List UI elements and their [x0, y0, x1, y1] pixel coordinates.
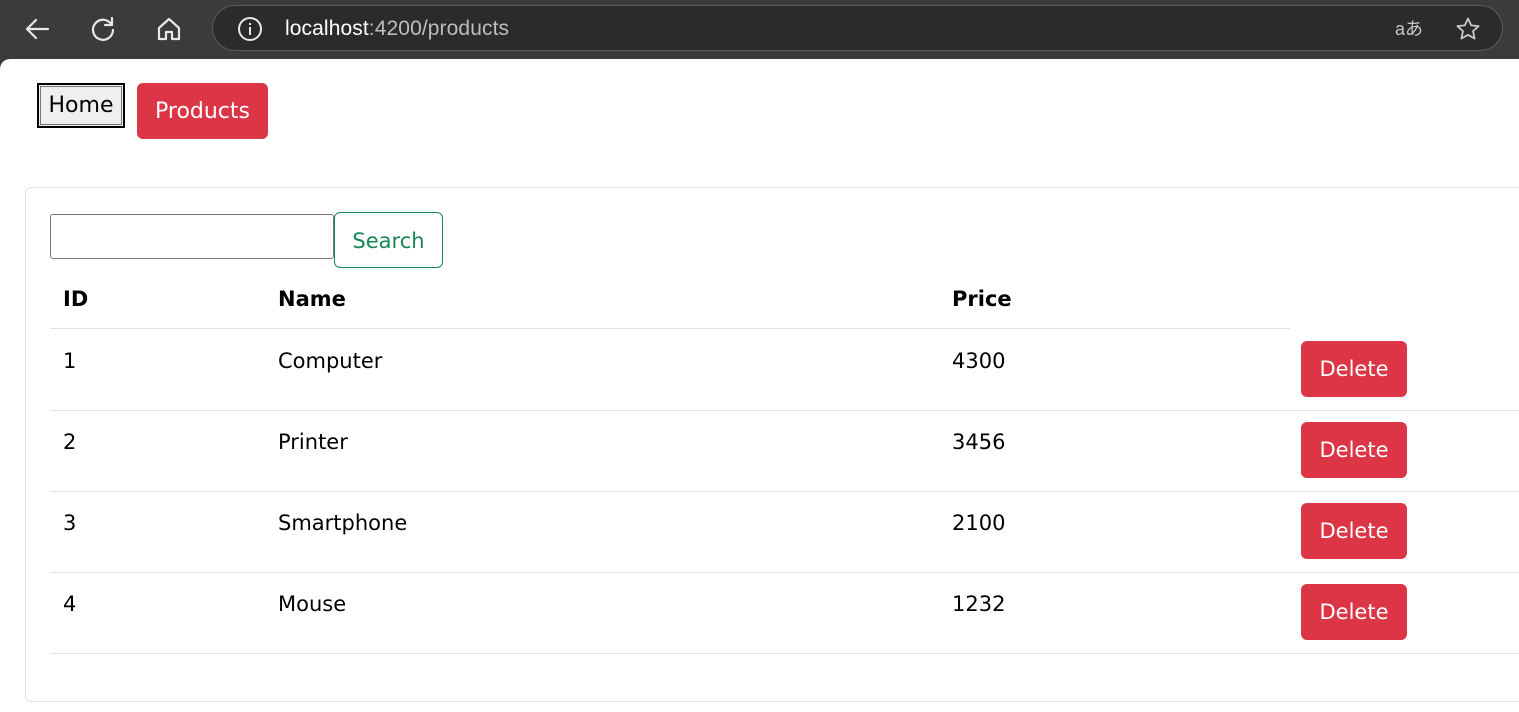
column-header-price: Price — [952, 287, 1012, 311]
column-header-id: ID — [63, 287, 89, 311]
row-price: 1232 — [952, 592, 1006, 616]
back-button[interactable] — [17, 9, 57, 49]
info-icon[interactable] — [237, 16, 263, 42]
column-header-name: Name — [278, 287, 346, 311]
row-name: Printer — [278, 430, 348, 454]
delete-button[interactable]: Delete — [1301, 584, 1407, 640]
home-button[interactable]: Home — [37, 83, 125, 128]
delete-button[interactable]: Delete — [1301, 422, 1407, 478]
table-row: 3 Smartphone 2100 Delete — [50, 491, 1519, 573]
home-icon — [157, 17, 181, 41]
row-name: Computer — [278, 349, 383, 373]
browser-toolbar: localhost:4200/products aあ — [0, 0, 1519, 59]
translate-icon[interactable]: aあ — [1394, 16, 1424, 42]
row-price: 2100 — [952, 511, 1006, 535]
delete-button[interactable]: Delete — [1301, 503, 1407, 559]
page-content: Home Products Search ID Name Price 1 Com… — [0, 59, 1519, 712]
table-row: 2 Printer 3456 Delete — [50, 410, 1519, 492]
arrow-left-icon — [25, 18, 50, 40]
url-path: :4200/products — [368, 17, 510, 40]
table-row: 1 Computer 4300 Delete — [50, 329, 1519, 411]
table-row: 4 Mouse 1232 Delete — [50, 572, 1519, 654]
products-button[interactable]: Products — [137, 83, 268, 139]
row-id: 1 — [63, 349, 77, 373]
search-input[interactable] — [50, 214, 334, 259]
url-host: localhost — [285, 17, 369, 40]
star-icon[interactable] — [1453, 15, 1483, 43]
row-price: 3456 — [952, 430, 1006, 454]
row-id: 2 — [63, 430, 77, 454]
row-name: Smartphone — [278, 511, 408, 535]
row-id: 3 — [63, 511, 77, 535]
search-button[interactable]: Search — [334, 212, 443, 268]
home-nav-button[interactable] — [149, 9, 189, 49]
reload-button[interactable] — [83, 9, 123, 49]
reload-icon — [91, 16, 115, 41]
row-id: 4 — [63, 592, 77, 616]
address-bar[interactable]: localhost:4200/products aあ — [212, 5, 1503, 51]
products-card: Search ID Name Price 1 Computer 4300 Del… — [25, 187, 1519, 702]
delete-button[interactable]: Delete — [1301, 341, 1407, 397]
url-text[interactable]: localhost:4200/products — [285, 18, 509, 40]
row-name: Mouse — [278, 592, 347, 616]
row-price: 4300 — [952, 349, 1006, 373]
